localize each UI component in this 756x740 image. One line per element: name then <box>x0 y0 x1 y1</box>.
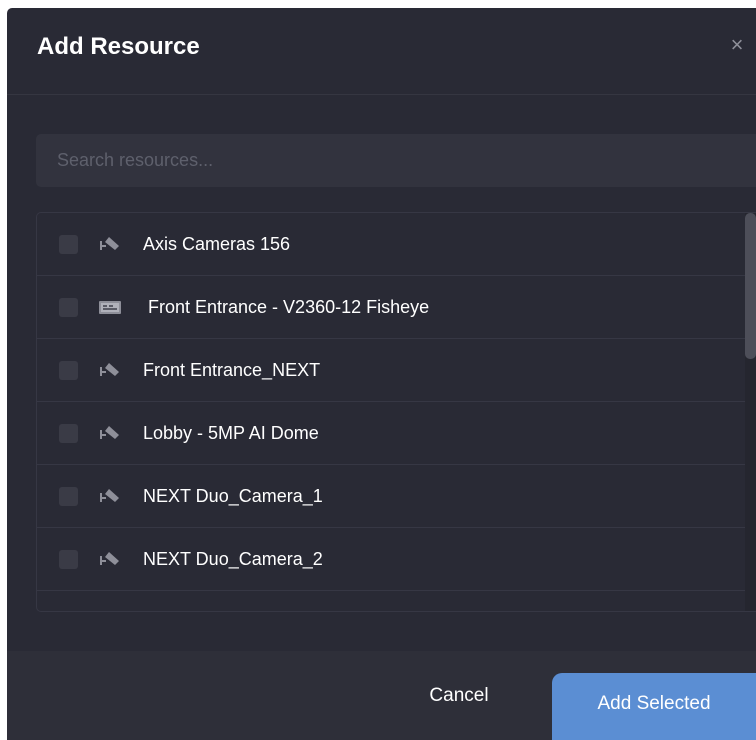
list-item[interactable]: Lobby - 5MP AI Dome <box>37 402 756 465</box>
resource-list[interactable]: Axis Cameras 156 Front Entrance - V2360-… <box>36 212 756 612</box>
camera-icon <box>99 548 121 570</box>
list-item[interactable]: Front Entrance_NEXT <box>37 339 756 402</box>
search-input[interactable] <box>36 134 756 187</box>
checkbox[interactable] <box>59 298 78 317</box>
checkbox[interactable] <box>59 361 78 380</box>
scrollbar-thumb[interactable] <box>745 213 756 359</box>
checkbox[interactable] <box>59 550 78 569</box>
dialog-footer: Cancel Add Selected <box>7 651 756 740</box>
fisheye-camera-icon <box>99 296 121 318</box>
scrollbar[interactable] <box>745 213 756 611</box>
camera-icon <box>99 422 121 444</box>
list-item[interactable]: NEXT Duo_Camera_1 <box>37 465 756 528</box>
close-icon[interactable]: × <box>724 30 750 60</box>
list-item-label: Front Entrance - V2360-12 Fisheye <box>148 297 430 317</box>
add-selected-button[interactable]: Add Selected <box>552 673 756 740</box>
dialog-title: Add Resource <box>37 33 200 60</box>
list-item-label: Axis Cameras 156 <box>143 234 291 254</box>
list-item-partial[interactable] <box>37 591 756 611</box>
list-item[interactable]: Front Entrance - V2360-12 Fisheye <box>37 276 756 339</box>
checkbox[interactable] <box>59 487 78 506</box>
list-item-label: Front Entrance_NEXT <box>143 360 321 380</box>
list-item[interactable]: Axis Cameras 156 <box>37 213 756 276</box>
list-item-label: Lobby - 5MP AI Dome <box>143 423 319 443</box>
dialog-header: Add Resource × <box>7 8 756 95</box>
list-item[interactable]: NEXT Duo_Camera_2 <box>37 528 756 591</box>
checkbox[interactable] <box>59 424 78 443</box>
camera-icon <box>99 233 121 255</box>
list-item-label: NEXT Duo_Camera_1 <box>143 486 323 506</box>
camera-icon <box>99 485 121 507</box>
camera-icon <box>99 359 121 381</box>
list-item-label: NEXT Duo_Camera_2 <box>143 549 323 569</box>
cancel-button[interactable]: Cancel <box>394 671 524 721</box>
checkbox[interactable] <box>59 235 78 254</box>
add-resource-dialog: Add Resource × Axis Cameras 156 Front En… <box>7 8 756 740</box>
